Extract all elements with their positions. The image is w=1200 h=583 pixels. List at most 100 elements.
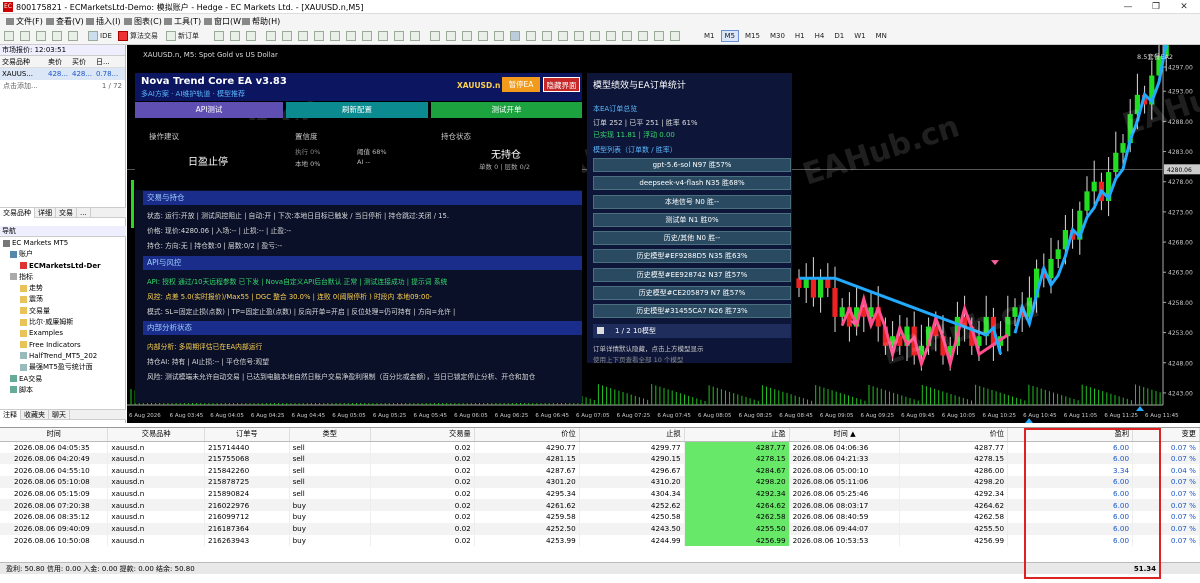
model-pager[interactable]: 1 / 2 10模型 [593, 324, 791, 338]
ide-button[interactable]: IDE [88, 31, 112, 42]
timeframe-h4[interactable]: H4 [811, 30, 829, 42]
menu-insert[interactable]: 插入(I) [86, 16, 121, 27]
table-row[interactable]: 2026.08.06 09:40:09 xauusd.n 216187364 buy 0… [0, 522, 1200, 535]
col-header[interactable]: 止损 [579, 428, 685, 442]
channel-icon[interactable] [494, 31, 506, 42]
templates-icon[interactable] [362, 31, 374, 42]
nav-accounts[interactable]: 账户 [0, 249, 126, 260]
zoom-in-icon[interactable] [266, 31, 278, 42]
label-icon[interactable] [638, 31, 650, 42]
tab-favorites[interactable]: 收藏夹 [21, 410, 49, 420]
timeframe-d1[interactable]: D1 [830, 30, 848, 42]
model-item[interactable]: 历史模型#EE928742 N37 胜57% [593, 267, 791, 282]
add-symbol-link[interactable]: 点击添加... [3, 80, 38, 92]
thumb-up-icon[interactable] [654, 31, 666, 42]
nav-bill-williams[interactable]: 比尔·威廉姆斯 [0, 317, 126, 328]
trendline-icon[interactable] [478, 31, 490, 42]
navigator-icon[interactable] [68, 31, 80, 42]
model-item[interactable]: 本地信号 N0 胜-- [593, 194, 791, 209]
gann-icon[interactable] [606, 31, 618, 42]
profiles-icon[interactable] [20, 31, 32, 42]
nav-profit-stats[interactable]: 最强MT5盈亏统计面 [0, 362, 126, 373]
data-window-icon[interactable] [52, 31, 64, 42]
new-order-button[interactable]: 新订单 [166, 31, 199, 42]
tab-trading[interactable]: 交易 [56, 208, 77, 218]
vertical-line-icon[interactable] [446, 31, 458, 42]
new-chart-icon[interactable] [4, 31, 16, 42]
col-header[interactable]: 价位 [899, 428, 1009, 442]
table-row[interactable]: 2026.08.06 10:50:08 xauusd.n 216263943 buy 0… [0, 534, 1200, 547]
table-row[interactable]: 2026.08.06 04:55:10 xauusd.n 215842260 sell… [0, 464, 1200, 477]
menu-chart[interactable]: 图表(C) [124, 16, 162, 27]
model-item[interactable]: deepseek-v4-flash N35 胜68% [593, 176, 791, 191]
nav-volumes[interactable]: 交易量 [0, 306, 126, 317]
zoom-out-icon[interactable] [282, 31, 294, 42]
tab-more[interactable]: ... [77, 208, 91, 218]
market-watch-row[interactable]: XAUUS... 428... 428... 0.78... [0, 68, 125, 80]
col-header[interactable]: 时间 [0, 428, 109, 442]
line-chart-icon[interactable] [246, 31, 258, 42]
model-item[interactable]: 测试单 N1 胜0% [593, 212, 791, 227]
timeframe-m5[interactable]: M5 [720, 30, 739, 42]
nav-examples[interactable]: Examples [0, 328, 126, 339]
model-item[interactable]: 历史模型#EF9288D5 N35 胜63% [593, 249, 791, 264]
table-row[interactable]: 2026.08.06 04:05:35 xauusd.n 215714440 sell… [0, 441, 1200, 453]
horizontal-line-icon[interactable] [462, 31, 474, 42]
market-watch-icon[interactable] [36, 31, 48, 42]
screenshot-icon[interactable] [410, 31, 422, 42]
table-row[interactable]: 2026.08.06 05:10:08 xauusd.n 215878725 sell… [0, 476, 1200, 488]
timeframe-mn[interactable]: MN [872, 30, 891, 42]
table-row[interactable]: 2026.08.06 04:20:49 xauusd.n 215755068 sell… [0, 452, 1200, 465]
model-item[interactable]: 历史/其他 N0 胜-- [593, 231, 791, 246]
candles-icon[interactable] [230, 31, 242, 42]
nav-account[interactable]: ECMarketsLtd-Der [0, 261, 126, 272]
bar-chart-icon[interactable] [214, 31, 226, 42]
chart-shift-icon[interactable] [330, 31, 342, 42]
refresh-config-button[interactable]: 刷新配置 [286, 102, 428, 118]
col-header[interactable]: 类型 [289, 428, 371, 442]
col-daily[interactable]: 日... [96, 56, 120, 67]
hide-ui-button[interactable]: 隐藏界面 [543, 77, 580, 92]
model-item[interactable]: gpt-5.6-sol N97 胜57% [593, 158, 791, 172]
crosshair-icon[interactable] [430, 31, 442, 42]
fibo-icon[interactable] [526, 31, 538, 42]
menu-tools[interactable]: 工具(T) [164, 16, 201, 27]
cursor-icon[interactable] [510, 31, 522, 42]
nav-oscillators[interactable]: 震荡 [0, 294, 126, 305]
maximize-button[interactable]: ❐ [1146, 1, 1166, 13]
tab-comments[interactable]: 注释 [0, 410, 21, 420]
algo-trading-button[interactable]: 算法交易 [118, 31, 158, 42]
thumb-down-icon[interactable] [670, 31, 682, 42]
grid-icon[interactable] [298, 31, 310, 42]
nav-free-indicators[interactable]: Free Indicators [0, 340, 126, 351]
menu-view[interactable]: 查看(V) [46, 16, 84, 27]
indicators-icon[interactable] [346, 31, 358, 42]
col-symbol[interactable]: 交易品种 [0, 56, 48, 67]
menu-file[interactable]: 文件(F) [6, 16, 43, 27]
tab-details[interactable]: 详细 [35, 208, 56, 218]
timeframe-w1[interactable]: W1 [850, 30, 869, 42]
menu-window[interactable]: 窗口(W) [204, 16, 244, 27]
nav-trend[interactable]: 走势 [0, 283, 126, 294]
text-icon[interactable] [542, 31, 554, 42]
table-row[interactable]: 2026.08.06 05:15:09 xauusd.n 215890824 sell… [0, 487, 1200, 500]
price-chart[interactable]: 4297.00 4293.00 4288.00 4283.00 4278.00 4273.… [127, 45, 1200, 423]
close-button[interactable]: ✕ [1174, 1, 1194, 13]
shapes-icon[interactable] [574, 31, 586, 42]
test-open-button[interactable]: 测试开单 [431, 102, 582, 118]
pager-prev-icon[interactable] [597, 327, 604, 334]
autoscroll-icon[interactable] [314, 31, 326, 42]
col-ask[interactable]: 买价 [72, 56, 96, 67]
periods-icon[interactable] [378, 31, 390, 42]
pitchfork-icon[interactable] [590, 31, 602, 42]
table-row[interactable]: 2026.08.06 08:35:12 xauusd.n 216099712 buy 0… [0, 511, 1200, 523]
nav-scripts[interactable]: 脚本 [0, 385, 126, 396]
pause-ea-button[interactable]: 暂停EA [502, 77, 540, 92]
col-header[interactable]: 时间 ▲ [789, 428, 901, 442]
timeframe-m15[interactable]: M15 [741, 30, 764, 42]
arrow-icon[interactable] [558, 31, 570, 42]
minimize-button[interactable]: — [1118, 1, 1138, 13]
menu-help[interactable]: 帮助(H) [242, 16, 280, 27]
col-header[interactable]: 止盈 [684, 428, 790, 442]
api-test-button[interactable]: API测试 [135, 102, 283, 118]
